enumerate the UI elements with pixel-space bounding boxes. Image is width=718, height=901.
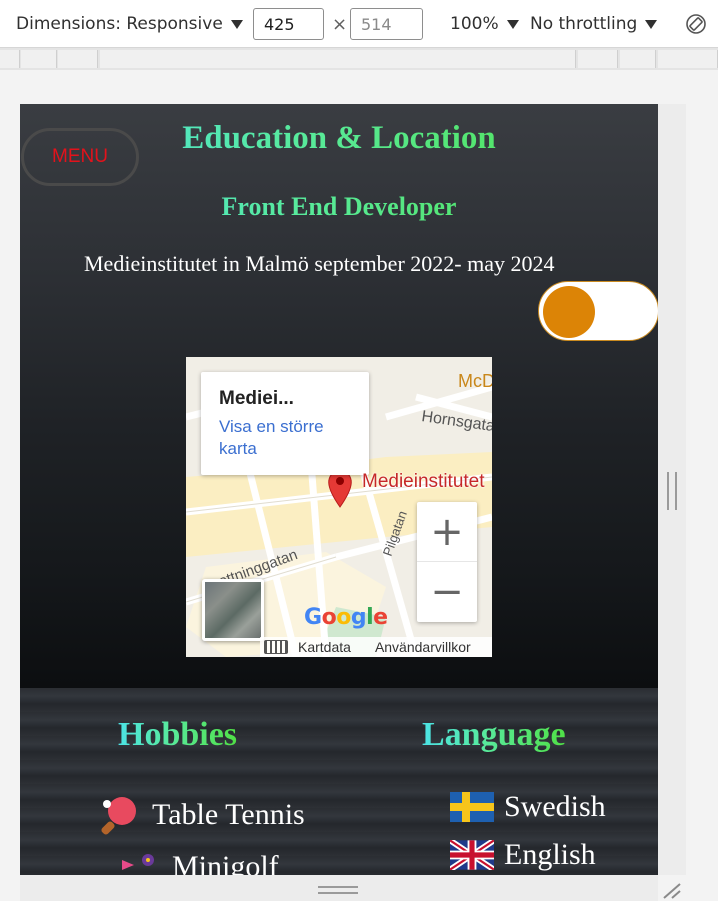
map-data-link[interactable]: Kartdata	[298, 639, 351, 655]
terms-link[interactable]: Användarvillkor	[375, 639, 471, 655]
media-query-ruler	[0, 48, 718, 70]
zoom-dropdown[interactable]: 100%	[450, 10, 519, 38]
map-footer: Kartdata Användarvillkor	[260, 637, 492, 657]
education-text: Medieinstitutet in Malmö september 2022-…	[84, 251, 555, 276]
resize-handle-right[interactable]	[667, 472, 677, 510]
language-item: English	[450, 838, 596, 872]
hobby-label: Minigolf	[172, 850, 279, 875]
toggle-knob	[543, 286, 595, 338]
job-subtitle: Front End Developer	[20, 192, 658, 222]
keyboard-icon[interactable]	[264, 640, 288, 654]
ruler-segment[interactable]	[0, 50, 20, 68]
resize-corner-icon[interactable]	[660, 880, 682, 900]
google-map[interactable]: Hornsgatan Drottninggatan Pilgatan McD M…	[186, 357, 492, 657]
chevron-down-icon	[506, 19, 519, 29]
page-title: Education & Location	[20, 120, 658, 157]
language-heading: Language	[422, 716, 566, 753]
map-info-window: Mediei... Visa en större karta	[201, 372, 369, 475]
uk-flag-icon	[450, 840, 494, 870]
zoom-out-button[interactable]: −	[417, 562, 477, 622]
zoom-in-button[interactable]: +	[417, 502, 477, 562]
info-window-title: Mediei...	[219, 388, 294, 409]
ruler-segment[interactable]	[100, 50, 576, 68]
devtools-device-toolbar: Dimensions: Responsive 425 × 514 100% No…	[0, 0, 718, 48]
height-input[interactable]: 514	[350, 8, 423, 40]
education-section: MENU Education & Location Front End Deve…	[20, 104, 658, 688]
language-label: English	[504, 838, 596, 871]
width-input[interactable]: 425	[253, 8, 324, 40]
hobby-label: Table Tennis	[152, 798, 305, 831]
ping-pong-icon	[101, 797, 136, 835]
ruler-segment[interactable]	[21, 50, 57, 68]
chevron-down-icon	[230, 19, 243, 29]
dimensions-label: Dimensions: Responsive	[16, 14, 223, 34]
hobby-item: Minigolf	[120, 850, 279, 875]
language-label: Swedish	[504, 790, 606, 823]
dimensions-dropdown[interactable]: Dimensions: Responsive	[16, 10, 243, 38]
ruler-segment[interactable]	[658, 50, 718, 68]
ruler-segment[interactable]	[578, 50, 618, 68]
larger-map-link[interactable]: Visa en större karta	[219, 416, 351, 460]
throttling-dropdown[interactable]: No throttling	[530, 10, 658, 38]
swedish-flag-icon	[450, 792, 494, 822]
language-item: Swedish	[450, 790, 606, 824]
rotate-icon[interactable]	[685, 13, 707, 35]
hobby-item: Table Tennis	[98, 794, 305, 836]
ruler-segment[interactable]	[620, 50, 656, 68]
zoom-control: + −	[417, 502, 477, 622]
hobbies-heading: Hobbies	[118, 716, 238, 753]
theme-toggle[interactable]	[538, 281, 658, 341]
ruler-segment[interactable]	[58, 50, 98, 68]
zoom-label: 100%	[450, 14, 499, 34]
emulated-viewport: MENU Education & Location Front End Deve…	[20, 104, 658, 875]
minigolf-icon	[122, 854, 154, 870]
resize-handle-bottom[interactable]	[318, 886, 358, 894]
place-label[interactable]: Medieinstitutet	[362, 471, 485, 493]
street-label: McD	[458, 371, 492, 391]
chevron-down-icon	[645, 19, 658, 29]
satellite-toggle[interactable]	[202, 579, 264, 641]
google-logo: Google	[304, 605, 388, 630]
throttling-label: No throttling	[530, 14, 638, 34]
times-sign: ×	[332, 14, 348, 35]
